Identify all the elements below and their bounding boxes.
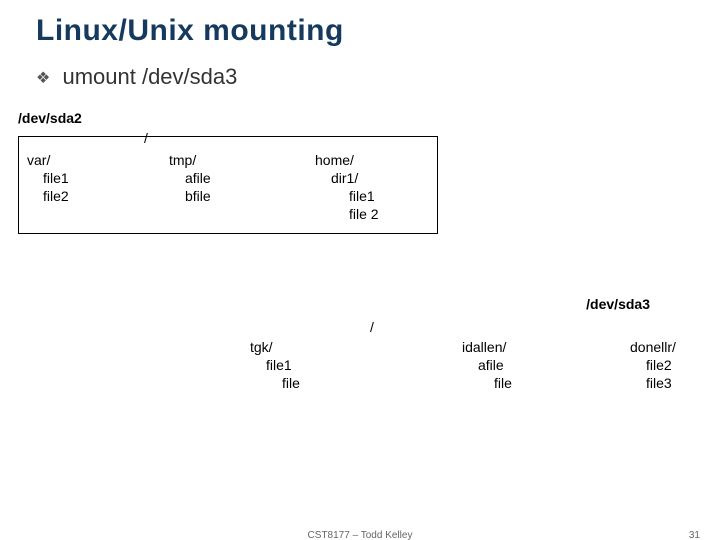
file: afile bbox=[185, 169, 211, 187]
file: file3 bbox=[646, 374, 672, 392]
filesystem-box-sda3: / tgk/ file1 file idallen/ afile file do… bbox=[242, 322, 702, 420]
file: afile bbox=[478, 356, 504, 374]
dir-tgk: tgk/ bbox=[250, 338, 273, 356]
file: file2 bbox=[43, 187, 69, 205]
file: file bbox=[282, 374, 300, 392]
file: file1 bbox=[349, 187, 375, 205]
dir-dir1: dir1/ bbox=[331, 169, 358, 187]
bullet-icon: ❖ bbox=[36, 70, 50, 87]
slide-title: Linux/Unix mounting bbox=[36, 14, 344, 48]
dir-var: var/ bbox=[27, 151, 50, 169]
file: file2 bbox=[646, 356, 672, 374]
root-slash: / bbox=[370, 318, 374, 336]
file: file1 bbox=[266, 356, 292, 374]
dir-home: home/ bbox=[315, 151, 354, 169]
file: file 2 bbox=[349, 205, 379, 223]
dir-tmp: tmp/ bbox=[169, 151, 196, 169]
file: bfile bbox=[185, 187, 211, 205]
root-slash: / bbox=[144, 129, 148, 147]
device-label-sda2: /dev/sda2 bbox=[18, 110, 82, 126]
bullet-item: ❖ umount /dev/sda3 bbox=[36, 64, 237, 90]
file: file1 bbox=[43, 169, 69, 187]
bullet-text: umount /dev/sda3 bbox=[62, 64, 237, 89]
footer-page-number: 31 bbox=[689, 530, 700, 540]
dir-donellr: donellr/ bbox=[630, 338, 676, 356]
file: file bbox=[494, 374, 512, 392]
dir-idallen: idallen/ bbox=[462, 338, 506, 356]
filesystem-box-sda2: / var/ file1 file2 tmp/ afile bfile home… bbox=[18, 136, 438, 234]
device-label-sda3: /dev/sda3 bbox=[586, 296, 650, 312]
footer-course: CST8177 – Todd Kelley bbox=[308, 530, 413, 540]
